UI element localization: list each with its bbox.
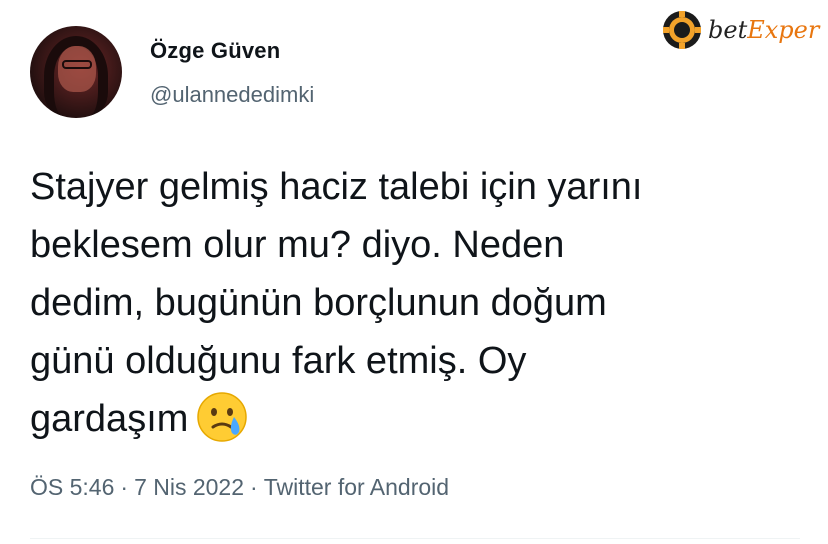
tweet-line: dedim, bugünün borçlunun doğum: [30, 282, 607, 324]
tweet-last-line: gardaşım: [30, 390, 800, 448]
betexper-watermark: betExper: [662, 8, 819, 52]
tweet-line: günü olduğunu fark etmiş. Oy: [30, 340, 527, 382]
crying-face-emoji-icon: [197, 392, 248, 442]
meta-separator: ·: [250, 474, 258, 500]
avatar-glasses: [62, 60, 92, 69]
tweet-line: gardaşım: [30, 398, 189, 440]
tweet-source[interactable]: Twitter for Android: [264, 474, 449, 500]
casino-chip-icon: [663, 11, 701, 49]
tweet-text: Stajyer gelmiş haciz talebi için yarını …: [30, 158, 800, 448]
tweet-line: beklesem olur mu? diyo. Neden: [30, 224, 565, 266]
author-handle[interactable]: @ulannededimki: [150, 82, 314, 108]
meta-separator: ·: [120, 474, 129, 500]
author-avatar[interactable]: [30, 26, 122, 118]
tweet-time[interactable]: ÖS 5:46: [30, 474, 114, 500]
tweet-line: Stajyer gelmiş haciz talebi için yarını: [30, 166, 643, 208]
watermark-prefix: bet: [708, 16, 748, 44]
watermark-suffix: Exper: [747, 16, 820, 44]
tweet-date[interactable]: 7 Nis 2022: [134, 474, 244, 500]
divider: [30, 538, 800, 539]
watermark-text: betExper: [708, 16, 819, 44]
avatar-face: [58, 46, 96, 92]
tweet-metadata: ÖS 5:46 · 7 Nis 2022 · Twitter for Android: [30, 474, 449, 501]
author-name[interactable]: Özge Güven: [150, 38, 280, 64]
